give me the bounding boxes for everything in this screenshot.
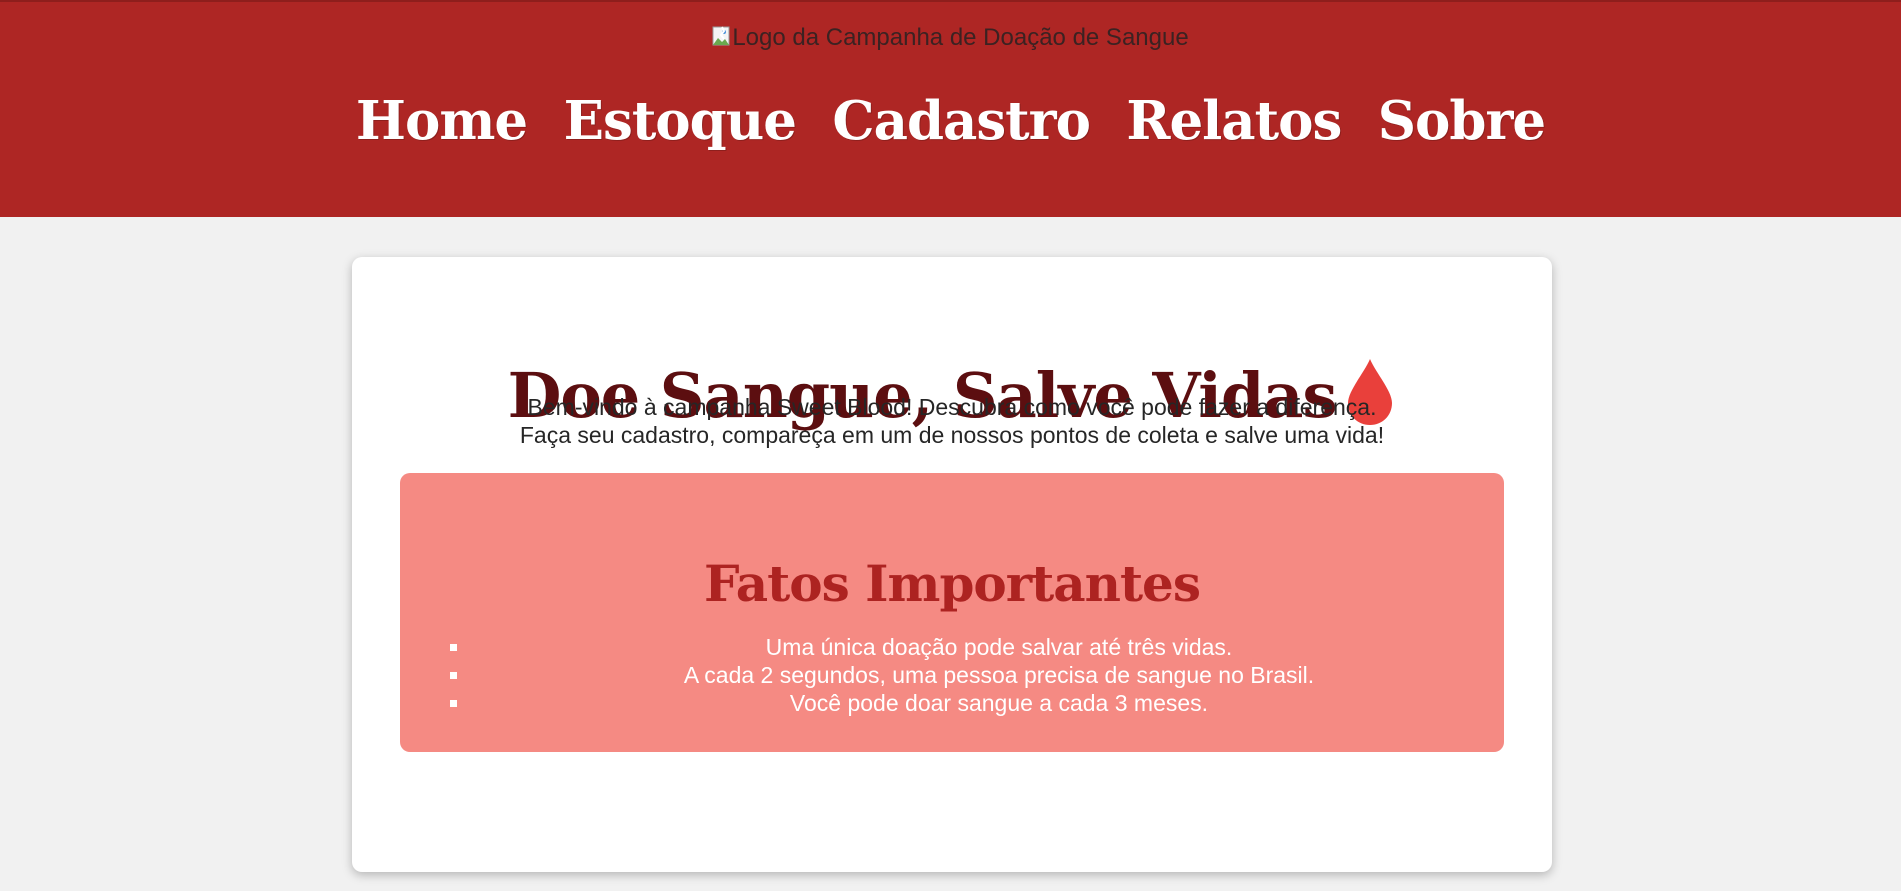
broken-image-icon <box>712 26 732 48</box>
bullet-icon <box>450 700 457 707</box>
intro-line-1: Bem-vindo à campanha Sweet Blood! Descub… <box>527 394 1377 420</box>
intro-line-2: Faça seu cadastro, compareça em um de no… <box>519 422 1385 448</box>
nav-estoque[interactable]: Estoque <box>564 86 797 156</box>
list-item: A cada 2 segundos, uma pessoa precisa de… <box>400 661 1504 689</box>
facts-panel: Fatos Importantes Uma única doação pode … <box>400 473 1504 752</box>
site-header: Logo da Campanha de Doação de Sangue Hom… <box>0 0 1901 217</box>
bullet-icon <box>450 644 457 651</box>
nav-home[interactable]: Home <box>356 86 528 156</box>
logo[interactable]: Logo da Campanha de Doação de Sangue <box>0 24 1901 52</box>
facts-list: Uma única doação pode salvar até três vi… <box>400 633 1504 717</box>
nav-cadastro[interactable]: Cadastro <box>832 86 1091 156</box>
fact-text: Você pode doar sangue a cada 3 meses. <box>789 690 1209 716</box>
facts-title: Fatos Importantes <box>703 553 1201 613</box>
logo-alt-text: Logo da Campanha de Doação de Sangue <box>732 24 1189 51</box>
intro-text: Bem-vindo à campanha Sweet Blood! Descub… <box>352 393 1552 449</box>
main-card: Doe Sangue, Salve Vidas Bem-vindo à camp… <box>352 257 1552 872</box>
bullet-icon <box>450 672 457 679</box>
fact-text: Uma única doação pode salvar até três vi… <box>765 634 1233 660</box>
nav-sobre[interactable]: Sobre <box>1378 86 1546 156</box>
main-nav: Home Estoque Cadastro Relatos Sobre <box>0 86 1901 156</box>
list-item: Uma única doação pode salvar até três vi… <box>400 633 1504 661</box>
list-item: Você pode doar sangue a cada 3 meses. <box>400 689 1504 717</box>
fact-text: A cada 2 segundos, uma pessoa precisa de… <box>683 662 1315 688</box>
nav-relatos[interactable]: Relatos <box>1126 86 1342 156</box>
